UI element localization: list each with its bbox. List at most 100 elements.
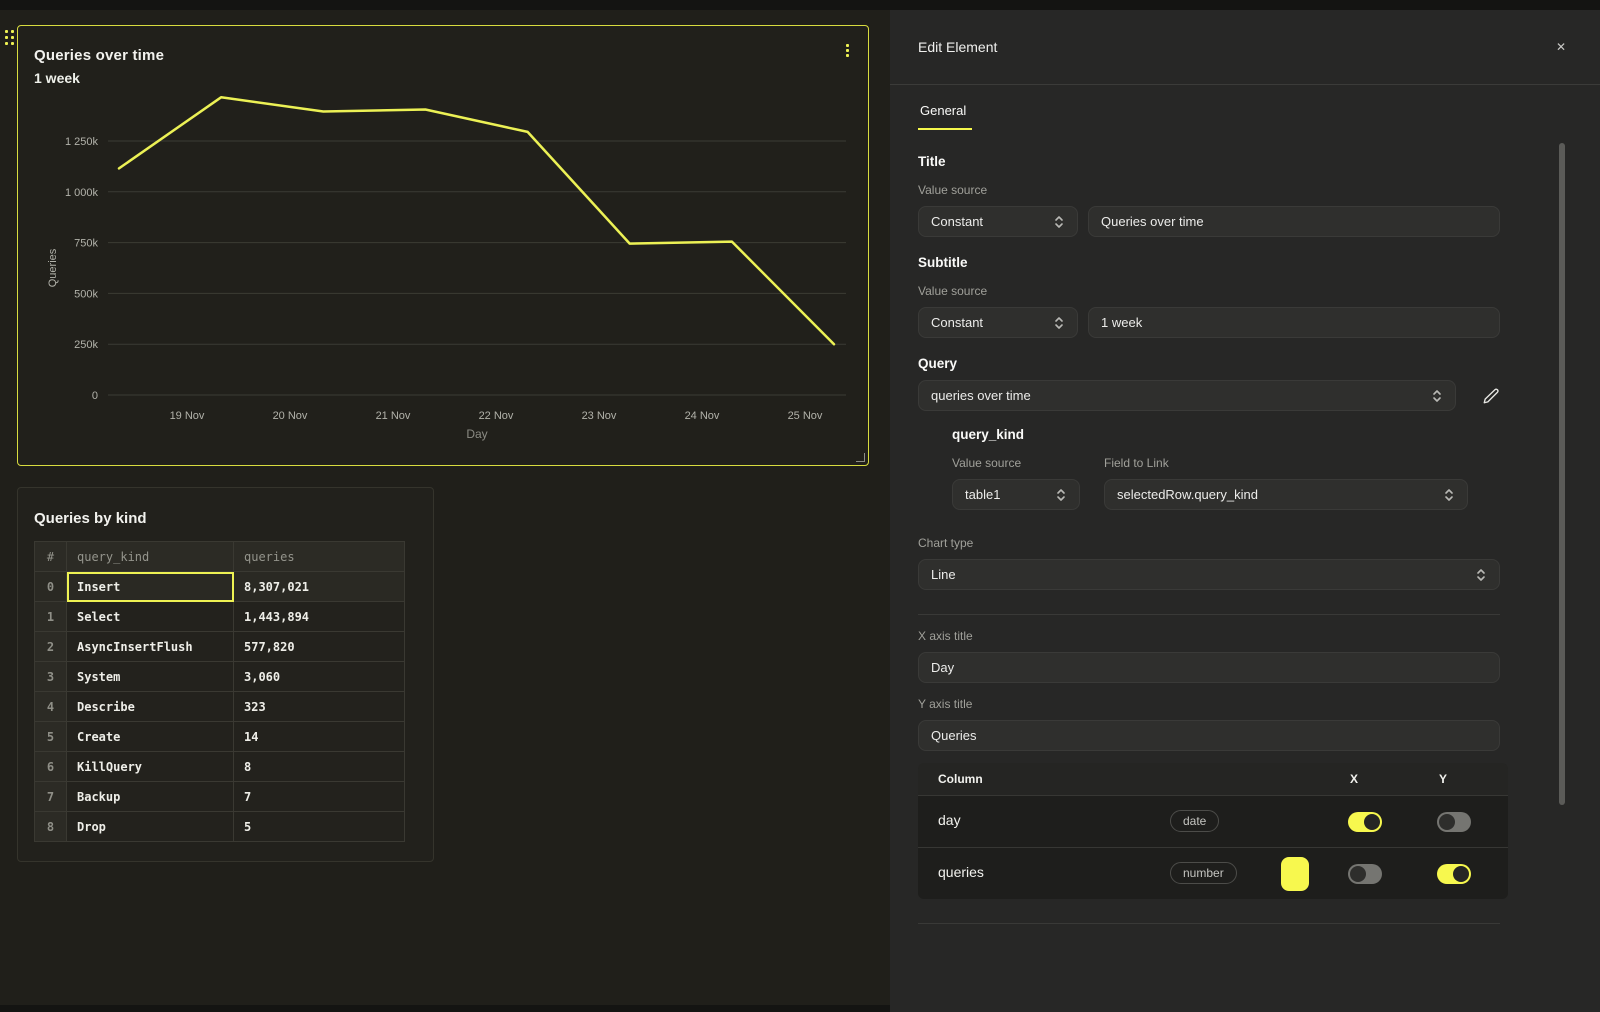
row-index-cell: 0 (35, 572, 67, 602)
query-kind-cell[interactable]: System (67, 662, 234, 692)
col-header-queries: queries (234, 542, 405, 572)
chevron-up-down-icon (1475, 567, 1487, 583)
column-config-row: day date (918, 795, 1508, 847)
chart-type-select[interactable]: Line (918, 559, 1500, 590)
queries-value-cell[interactable]: 8 (234, 752, 405, 782)
column-header-label: Column (938, 772, 983, 786)
queries-value-cell[interactable]: 8,307,021 (234, 572, 405, 602)
subtitle-value-source-label: Value source (918, 284, 1500, 298)
y-axis-toggle-on[interactable] (1437, 864, 1471, 884)
svg-text:1 250k: 1 250k (65, 136, 99, 148)
toggle-knob (1453, 866, 1469, 882)
title-source-select[interactable]: Constant (918, 206, 1078, 237)
chart-subtitle: 1 week (34, 70, 80, 86)
svg-text:19 Nov: 19 Nov (170, 410, 205, 422)
queries-value-cell[interactable]: 7 (234, 782, 405, 812)
chevron-up-down-icon (1055, 487, 1067, 503)
svg-text:500k: 500k (74, 288, 98, 300)
chevron-up-down-icon (1053, 315, 1065, 331)
columns-config-table: Column X Y daydatequeriesnumber (918, 763, 1508, 899)
tab-general[interactable]: General (918, 97, 972, 130)
queries-value-cell[interactable]: 5 (234, 812, 405, 842)
svg-text:23 Nov: 23 Nov (582, 410, 617, 422)
column-type-badge: date (1170, 810, 1219, 832)
table-row: 0Insert8,307,021 (35, 572, 405, 602)
chevron-up-down-icon (1431, 388, 1443, 404)
column-name: day (938, 812, 961, 828)
row-index-cell: 7 (35, 782, 67, 812)
subtitle-value-input[interactable]: 1 week (1088, 307, 1500, 338)
title-value-source-label: Value source (918, 183, 1500, 197)
tab-bar: General (890, 85, 1600, 130)
query-select[interactable]: queries over time (918, 380, 1456, 411)
window-top-strip (0, 0, 1600, 10)
toggle-knob (1439, 814, 1455, 830)
table-row: 1Select1,443,894 (35, 602, 405, 632)
query-kind-cell[interactable]: Describe (67, 692, 234, 722)
subtitle-source-select[interactable]: Constant (918, 307, 1078, 338)
title-section-heading: Title (918, 154, 1500, 169)
query-kind-cell[interactable]: KillQuery (67, 752, 234, 782)
query-kind-cell[interactable]: Drop (67, 812, 234, 842)
col-header-query-kind: query_kind (67, 542, 234, 572)
table-element[interactable]: Queries by kind # query_kind queries 0In… (17, 487, 434, 862)
svg-text:22 Nov: 22 Nov (479, 410, 514, 422)
title-value-input[interactable]: Queries over time (1088, 206, 1500, 237)
kebab-menu-icon[interactable] (840, 39, 854, 61)
row-index-cell: 6 (35, 752, 67, 782)
table-row: 4Describe323 (35, 692, 405, 722)
table-row: 8Drop5 (35, 812, 405, 842)
row-index-cell: 4 (35, 692, 67, 722)
scrollbar[interactable] (1559, 143, 1565, 805)
chart-element-selected[interactable]: Queries over time 1 week 1 250k1 000k750… (17, 25, 869, 466)
queries-value-cell[interactable]: 3,060 (234, 662, 405, 692)
row-index-cell: 3 (35, 662, 67, 692)
svg-text:Queries: Queries (47, 248, 59, 287)
queries-value-cell[interactable]: 14 (234, 722, 405, 752)
svg-text:1 000k: 1 000k (65, 187, 99, 199)
queries-value-cell[interactable]: 1,443,894 (234, 602, 405, 632)
query-kind-cell-selected[interactable]: Insert (67, 572, 234, 602)
field-to-link-select[interactable]: selectedRow.query_kind (1104, 479, 1468, 510)
table-row: 3System3,060 (35, 662, 405, 692)
row-index-cell: 1 (35, 602, 67, 632)
svg-text:24 Nov: 24 Nov (685, 410, 720, 422)
svg-text:20 Nov: 20 Nov (273, 410, 308, 422)
edit-panel-header: Edit Element ✕ (890, 10, 1600, 85)
subtitle-section-heading: Subtitle (918, 255, 1500, 270)
edit-panel-title: Edit Element (918, 39, 1552, 55)
toggle-knob (1364, 814, 1380, 830)
dashboard-canvas: Queries over time 1 week 1 250k1 000k750… (0, 0, 890, 1012)
x-axis-toggle-off[interactable] (1348, 864, 1382, 884)
svg-text:21 Nov: 21 Nov (376, 410, 411, 422)
column-type-badge: number (1170, 862, 1237, 884)
series-color-swatch[interactable] (1281, 857, 1309, 891)
query-kind-cell[interactable]: Create (67, 722, 234, 752)
chevron-up-down-icon (1443, 487, 1455, 503)
query-kind-value-source-label: Value source (952, 456, 1080, 470)
query-kind-cell[interactable]: Select (67, 602, 234, 632)
column-config-row: queriesnumber (918, 847, 1508, 899)
svg-text:250k: 250k (74, 339, 98, 351)
y-axis-title-input[interactable]: Queries (918, 720, 1500, 751)
y-axis-title-label: Y axis title (918, 697, 1500, 711)
queries-value-cell[interactable]: 577,820 (234, 632, 405, 662)
query-kind-source-select[interactable]: table1 (952, 479, 1080, 510)
query-kind-cell[interactable]: AsyncInsertFlush (67, 632, 234, 662)
edit-query-pencil-icon[interactable] (1482, 387, 1500, 405)
x-axis-toggle-on[interactable] (1348, 812, 1382, 832)
x-header-label: X (1350, 772, 1358, 786)
queries-value-cell[interactable]: 323 (234, 692, 405, 722)
chart-type-label: Chart type (918, 536, 1500, 550)
edit-panel-content: Title Value source Constant Queries over… (890, 130, 1500, 924)
y-axis-toggle-off[interactable] (1437, 812, 1471, 832)
query-kind-cell[interactable]: Backup (67, 782, 234, 812)
drag-handle-icon[interactable] (5, 30, 14, 45)
svg-text:750k: 750k (74, 238, 98, 250)
svg-text:25 Nov: 25 Nov (788, 410, 823, 422)
window-bottom-strip (0, 1005, 890, 1012)
x-axis-title-input[interactable]: Day (918, 652, 1500, 683)
resize-handle-icon[interactable] (856, 453, 865, 462)
col-header-index: # (35, 542, 67, 572)
close-icon[interactable]: ✕ (1552, 37, 1570, 57)
